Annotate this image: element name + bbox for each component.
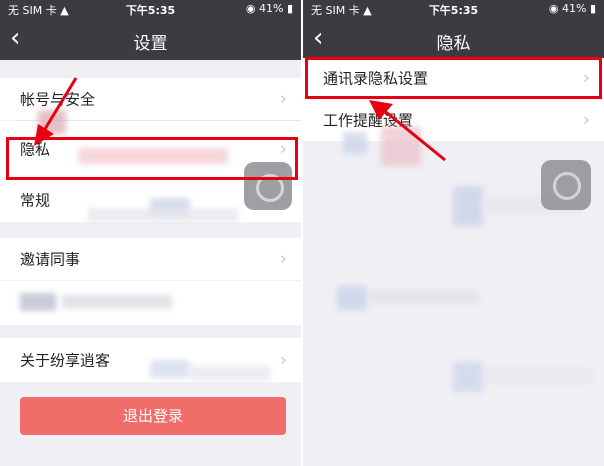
rotation-lock-icon: ◉ bbox=[245, 2, 256, 15]
status-bar: 无 SIM 卡 ▲ 下午5:35 ◉ 41% ▮ bbox=[303, 0, 604, 18]
settings-item-blurred[interactable] bbox=[0, 281, 301, 325]
chevron-right-icon: › bbox=[279, 349, 287, 371]
privacy-item-contacts[interactable]: 通讯录隐私设置 › bbox=[303, 58, 604, 98]
blurred-overlay bbox=[343, 132, 367, 154]
blurred-content bbox=[62, 295, 172, 309]
settings-item-label: 帐号与安全 bbox=[20, 90, 96, 109]
settings-item-label: 隐私 bbox=[20, 140, 51, 159]
settings-item-label: 邀请同事 bbox=[20, 250, 81, 269]
chevron-right-icon: › bbox=[279, 88, 287, 110]
blurred-overlay bbox=[483, 368, 593, 384]
blurred-overlay bbox=[38, 110, 66, 134]
settings-item-label: 关于纷享逍客 bbox=[20, 351, 111, 370]
chevron-right-icon: › bbox=[279, 248, 287, 270]
rotation-lock-icon: ◉ bbox=[548, 2, 559, 15]
status-bar: 无 SIM 卡 ▲ 下午5:35 ◉ 41% ▮ bbox=[0, 0, 301, 18]
logout-button[interactable]: 退出登录 bbox=[20, 397, 286, 435]
blurred-overlay bbox=[78, 148, 228, 164]
blurred-overlay bbox=[381, 126, 421, 166]
blurred-overlay bbox=[453, 362, 483, 392]
battery-level: 41% bbox=[561, 2, 587, 15]
page-title: 隐私 bbox=[436, 34, 471, 54]
blurred-overlay bbox=[369, 290, 479, 304]
battery-level: 41% bbox=[258, 2, 284, 15]
blurred-overlay bbox=[150, 360, 190, 378]
chevron-right-icon: › bbox=[279, 138, 287, 160]
settings-item-invite-colleague[interactable]: 邀请同事 › bbox=[0, 238, 301, 280]
blurred-overlay bbox=[337, 286, 367, 310]
floating-assistive-button[interactable] bbox=[541, 160, 591, 210]
nav-bar: ‹ 设置 bbox=[0, 18, 301, 60]
chevron-right-icon: › bbox=[582, 109, 590, 131]
settings-item-label: 常规 bbox=[20, 191, 51, 210]
privacy-item-label: 通讯录隐私设置 bbox=[323, 69, 429, 88]
nav-bar: ‹ 隐私 bbox=[303, 18, 604, 60]
settings-screen: 无 SIM 卡 ▲ 下午5:35 ◉ 41% ▮ ‹ 设置 帐号与安全 › 隐私… bbox=[0, 0, 301, 466]
battery-icon: ▮ bbox=[286, 2, 293, 15]
blurred-overlay bbox=[453, 186, 483, 226]
blurred-overlay bbox=[190, 366, 270, 380]
floating-assistive-button[interactable] bbox=[244, 162, 292, 210]
page-title: 设置 bbox=[133, 34, 168, 54]
battery-icon: ▮ bbox=[589, 2, 596, 15]
chevron-right-icon: › bbox=[582, 67, 590, 89]
blurred-content bbox=[20, 293, 56, 311]
blurred-overlay bbox=[88, 208, 238, 222]
privacy-screen: 无 SIM 卡 ▲ 下午5:35 ◉ 41% ▮ ‹ 隐私 通讯录隐私设置 › … bbox=[303, 0, 604, 466]
